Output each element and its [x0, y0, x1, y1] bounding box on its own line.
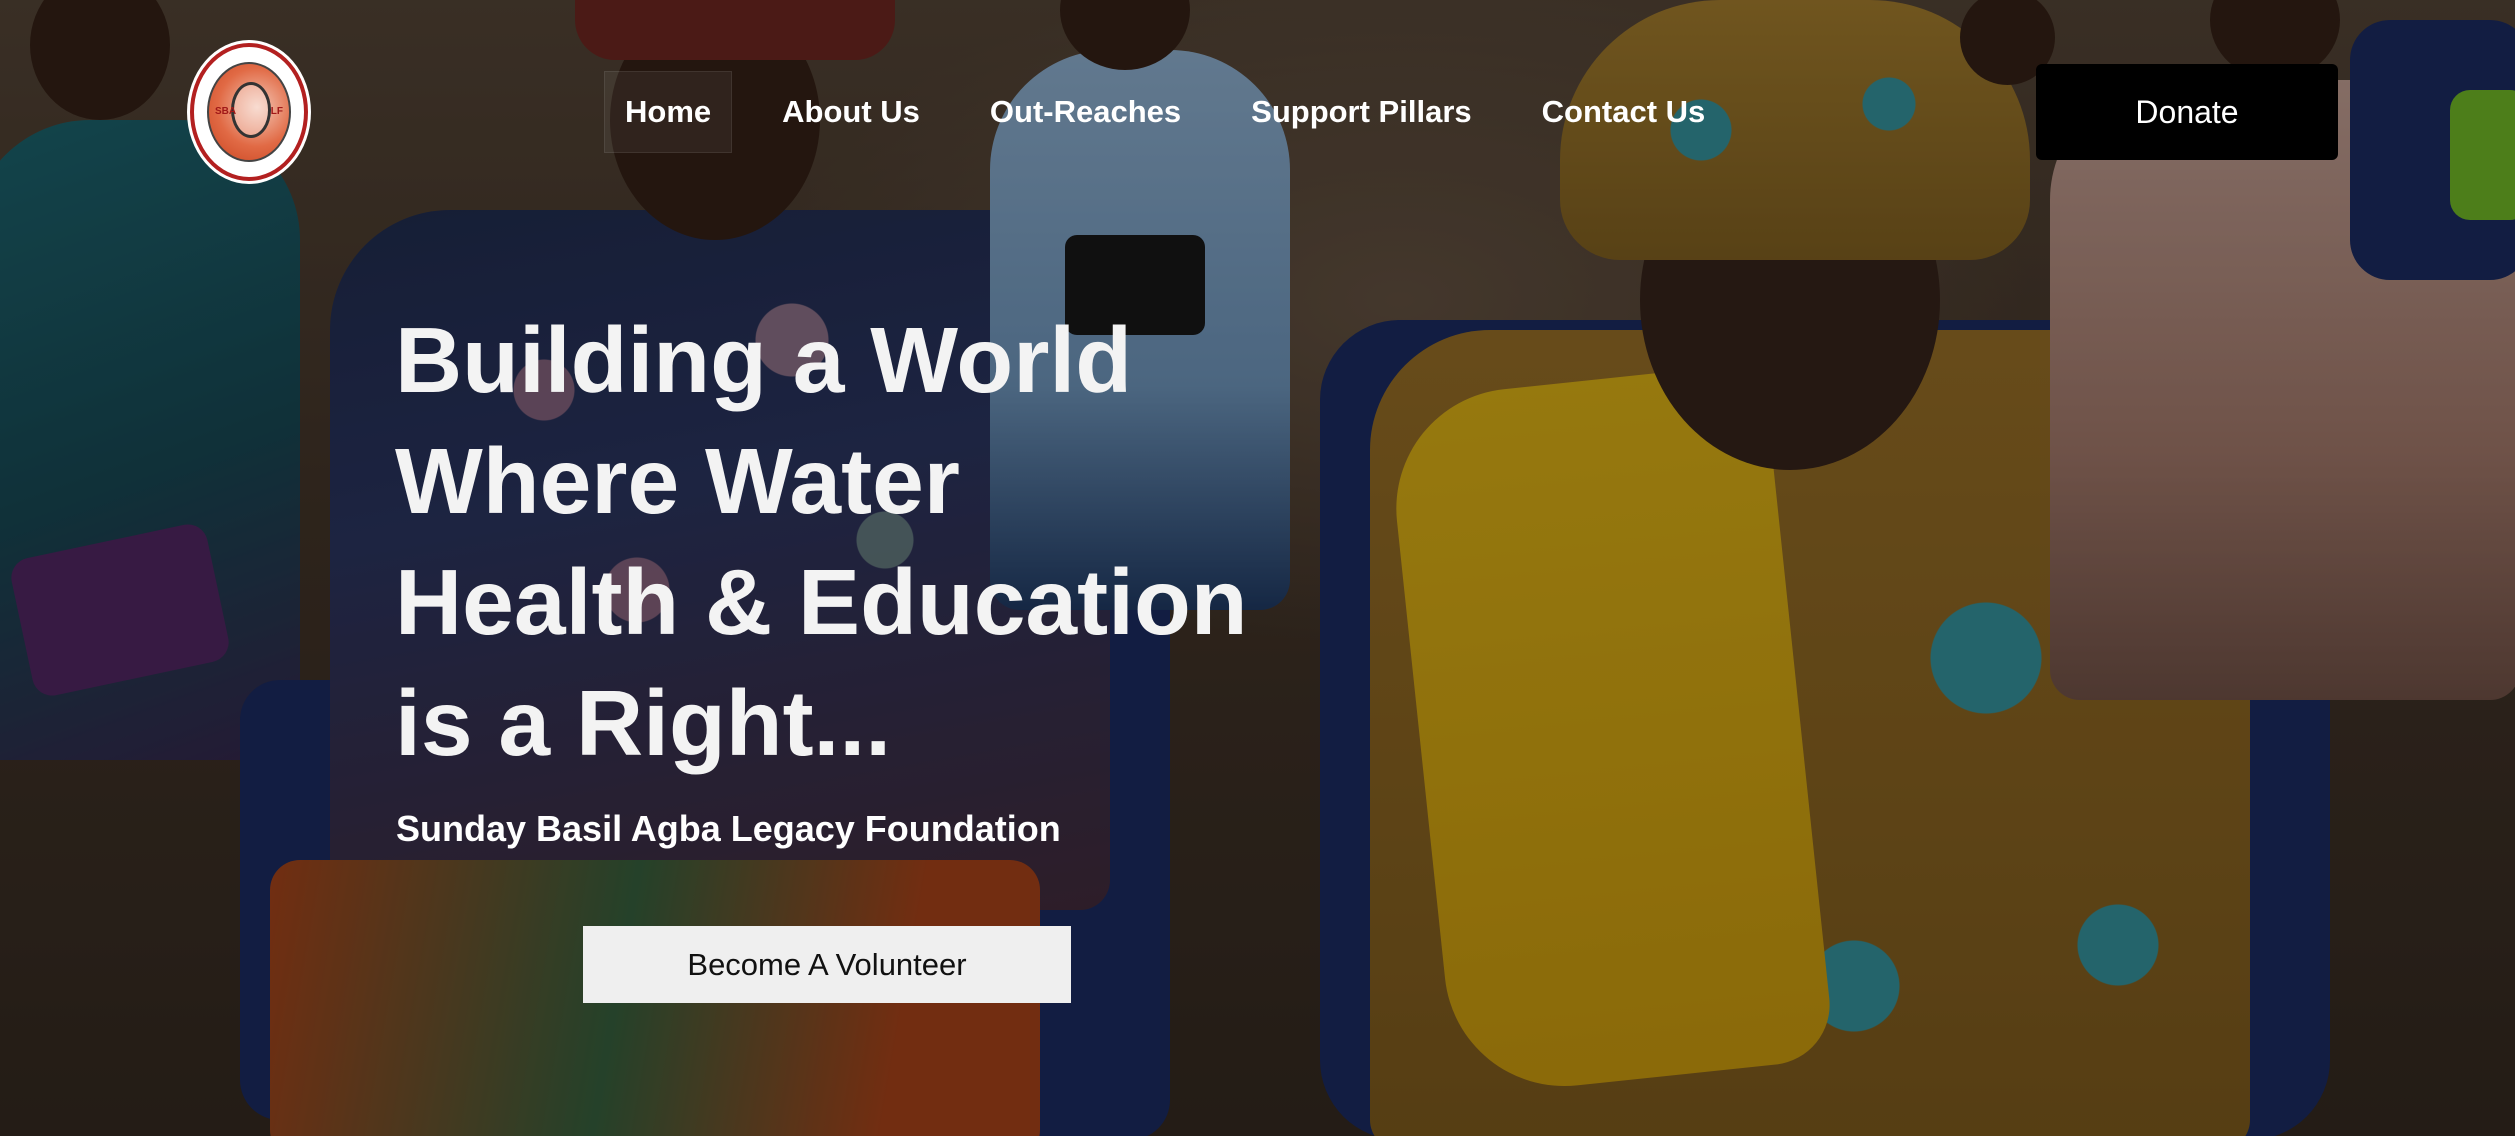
nav-item-home[interactable]: Home: [604, 71, 733, 153]
main-navigation: Home About Us Out-Reaches Support Pillar…: [604, 71, 1725, 153]
nav-item-support-pillars[interactable]: Support Pillars: [1231, 71, 1491, 153]
nav-item-contact-us[interactable]: Contact Us: [1522, 71, 1726, 153]
hero-subtitle: Sunday Basil Agba Legacy Foundation: [396, 808, 1061, 849]
nav-item-out-reaches[interactable]: Out-Reaches: [970, 71, 1201, 153]
logo-portrait: [231, 82, 271, 138]
donate-button[interactable]: Donate: [2036, 64, 2338, 160]
logo-emblem: SBA LF: [207, 62, 291, 162]
logo-monogram-left: SBA: [215, 106, 237, 117]
become-volunteer-button[interactable]: Become A Volunteer: [583, 926, 1071, 1003]
hero-title-line: Building a World: [395, 308, 1133, 412]
hero-title-line: Health & Education: [395, 550, 1248, 654]
hero-title-line: Where Water: [395, 429, 960, 533]
foundation-logo[interactable]: SBA LF: [190, 43, 308, 181]
logo-monogram-right: LF: [270, 106, 283, 117]
nav-item-about-us[interactable]: About Us: [762, 71, 940, 153]
hero-title-line: is a Right...: [395, 671, 892, 775]
hero-title: Building a World Where Water Health & Ed…: [395, 300, 1295, 784]
